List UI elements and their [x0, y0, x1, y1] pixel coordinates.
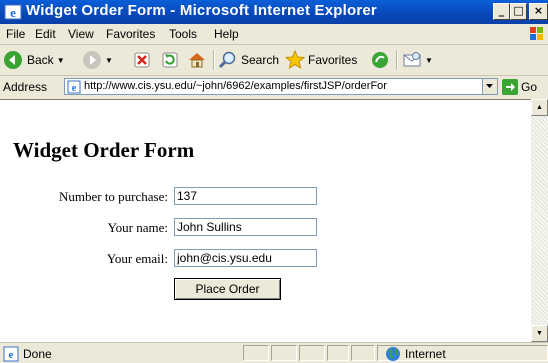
menu-help[interactable]: Help	[214, 27, 239, 41]
address-label: Address	[3, 80, 48, 94]
go-arrow-icon	[502, 79, 518, 95]
email-label: Your email:	[106, 251, 168, 266]
address-url: http://www.cis.ysu.edu/~john/6962/exampl…	[84, 80, 387, 92]
address-bar: Address e http://www.cis.ysu.edu/~john/6…	[0, 76, 548, 98]
forward-dropdown-icon[interactable]: ▼	[105, 56, 113, 65]
forward-button[interactable]: ▼	[82, 49, 113, 71]
page-done-icon: e	[3, 346, 19, 362]
svg-text:e: e	[10, 5, 16, 20]
vertical-scrollbar[interactable]: ▲ ▼	[531, 99, 548, 342]
maximize-button[interactable]: □	[510, 3, 527, 20]
standard-toolbar: Back ▼ ▼ Search Favorites ▼	[0, 45, 548, 76]
title-bar[interactable]: e Widget Order Form - Microsoft Internet…	[0, 0, 548, 24]
quantity-label: Number to purchase:	[58, 189, 168, 204]
scroll-down-button[interactable]: ▼	[531, 325, 548, 342]
status-pane	[327, 345, 349, 361]
browser-window: e Widget Order Form - Microsoft Internet…	[0, 0, 548, 363]
status-pane	[243, 345, 269, 361]
mail-dropdown-icon[interactable]: ▼	[425, 56, 433, 65]
menu-bar: File Edit View Favorites Tools Help	[0, 24, 548, 45]
zone-pane	[377, 345, 548, 361]
address-dropdown-button[interactable]	[482, 79, 497, 94]
media-button[interactable]	[370, 49, 390, 71]
globe-icon	[386, 347, 400, 361]
go-label: Go	[521, 80, 538, 94]
page-content: Widget Order Form Number to purchase: Yo…	[0, 99, 531, 343]
chevron-down-icon	[486, 84, 493, 88]
zone-label: Internet	[405, 347, 446, 361]
scroll-up-button[interactable]: ▲	[531, 99, 548, 116]
star-icon	[285, 50, 305, 70]
go-button[interactable]: Go	[502, 79, 537, 95]
svg-text:e: e	[9, 349, 14, 361]
quantity-input[interactable]	[174, 187, 317, 205]
menu-favorites[interactable]: Favorites	[106, 27, 155, 41]
internet-explorer-icon: e	[4, 4, 22, 20]
stop-icon	[134, 52, 150, 68]
search-label: Search	[241, 53, 280, 67]
status-pane	[299, 345, 325, 361]
status-pane	[271, 345, 297, 361]
refresh-icon	[162, 52, 178, 68]
name-label: Your name:	[107, 220, 168, 235]
media-icon	[372, 52, 388, 68]
stop-button[interactable]	[132, 49, 152, 71]
status-text: Done	[23, 347, 52, 361]
email-input[interactable]	[174, 249, 317, 267]
svg-text:e: e	[72, 83, 77, 94]
search-button[interactable]: Search	[218, 49, 279, 71]
favorites-button[interactable]: Favorites	[285, 49, 357, 71]
place-order-button[interactable]: Place Order	[174, 278, 281, 300]
search-icon	[218, 51, 236, 69]
windows-flag-icon	[530, 27, 543, 40]
back-arrow-icon	[4, 51, 22, 69]
status-bar: e Done Internet	[0, 342, 548, 363]
back-button[interactable]: Back ▼	[3, 49, 65, 71]
close-button[interactable]: ×	[529, 3, 548, 20]
refresh-button[interactable]	[160, 49, 180, 71]
home-icon	[189, 53, 205, 68]
page-icon: e	[67, 80, 81, 94]
menu-view[interactable]: View	[68, 27, 94, 41]
back-dropdown-icon[interactable]: ▼	[57, 56, 65, 65]
page-heading: Widget Order Form	[13, 138, 195, 162]
home-button[interactable]	[187, 49, 207, 71]
back-label: Back	[27, 53, 54, 67]
toolbar-separator	[213, 50, 215, 70]
address-input[interactable]: e http://www.cis.ysu.edu/~john/6962/exam…	[64, 78, 498, 95]
menu-edit[interactable]: Edit	[35, 27, 56, 41]
minimize-button[interactable]: _	[493, 3, 510, 20]
toolbar-separator	[396, 50, 398, 70]
mail-button[interactable]: ▼	[402, 49, 433, 71]
mail-icon	[403, 52, 421, 67]
favorites-label: Favorites	[308, 53, 358, 67]
window-title: Widget Order Form - Microsoft Internet E…	[26, 2, 377, 19]
name-input[interactable]	[174, 218, 317, 236]
status-pane	[351, 345, 375, 361]
forward-arrow-icon	[83, 51, 101, 69]
menu-file[interactable]: File	[6, 27, 25, 41]
menu-tools[interactable]: Tools	[169, 27, 197, 41]
